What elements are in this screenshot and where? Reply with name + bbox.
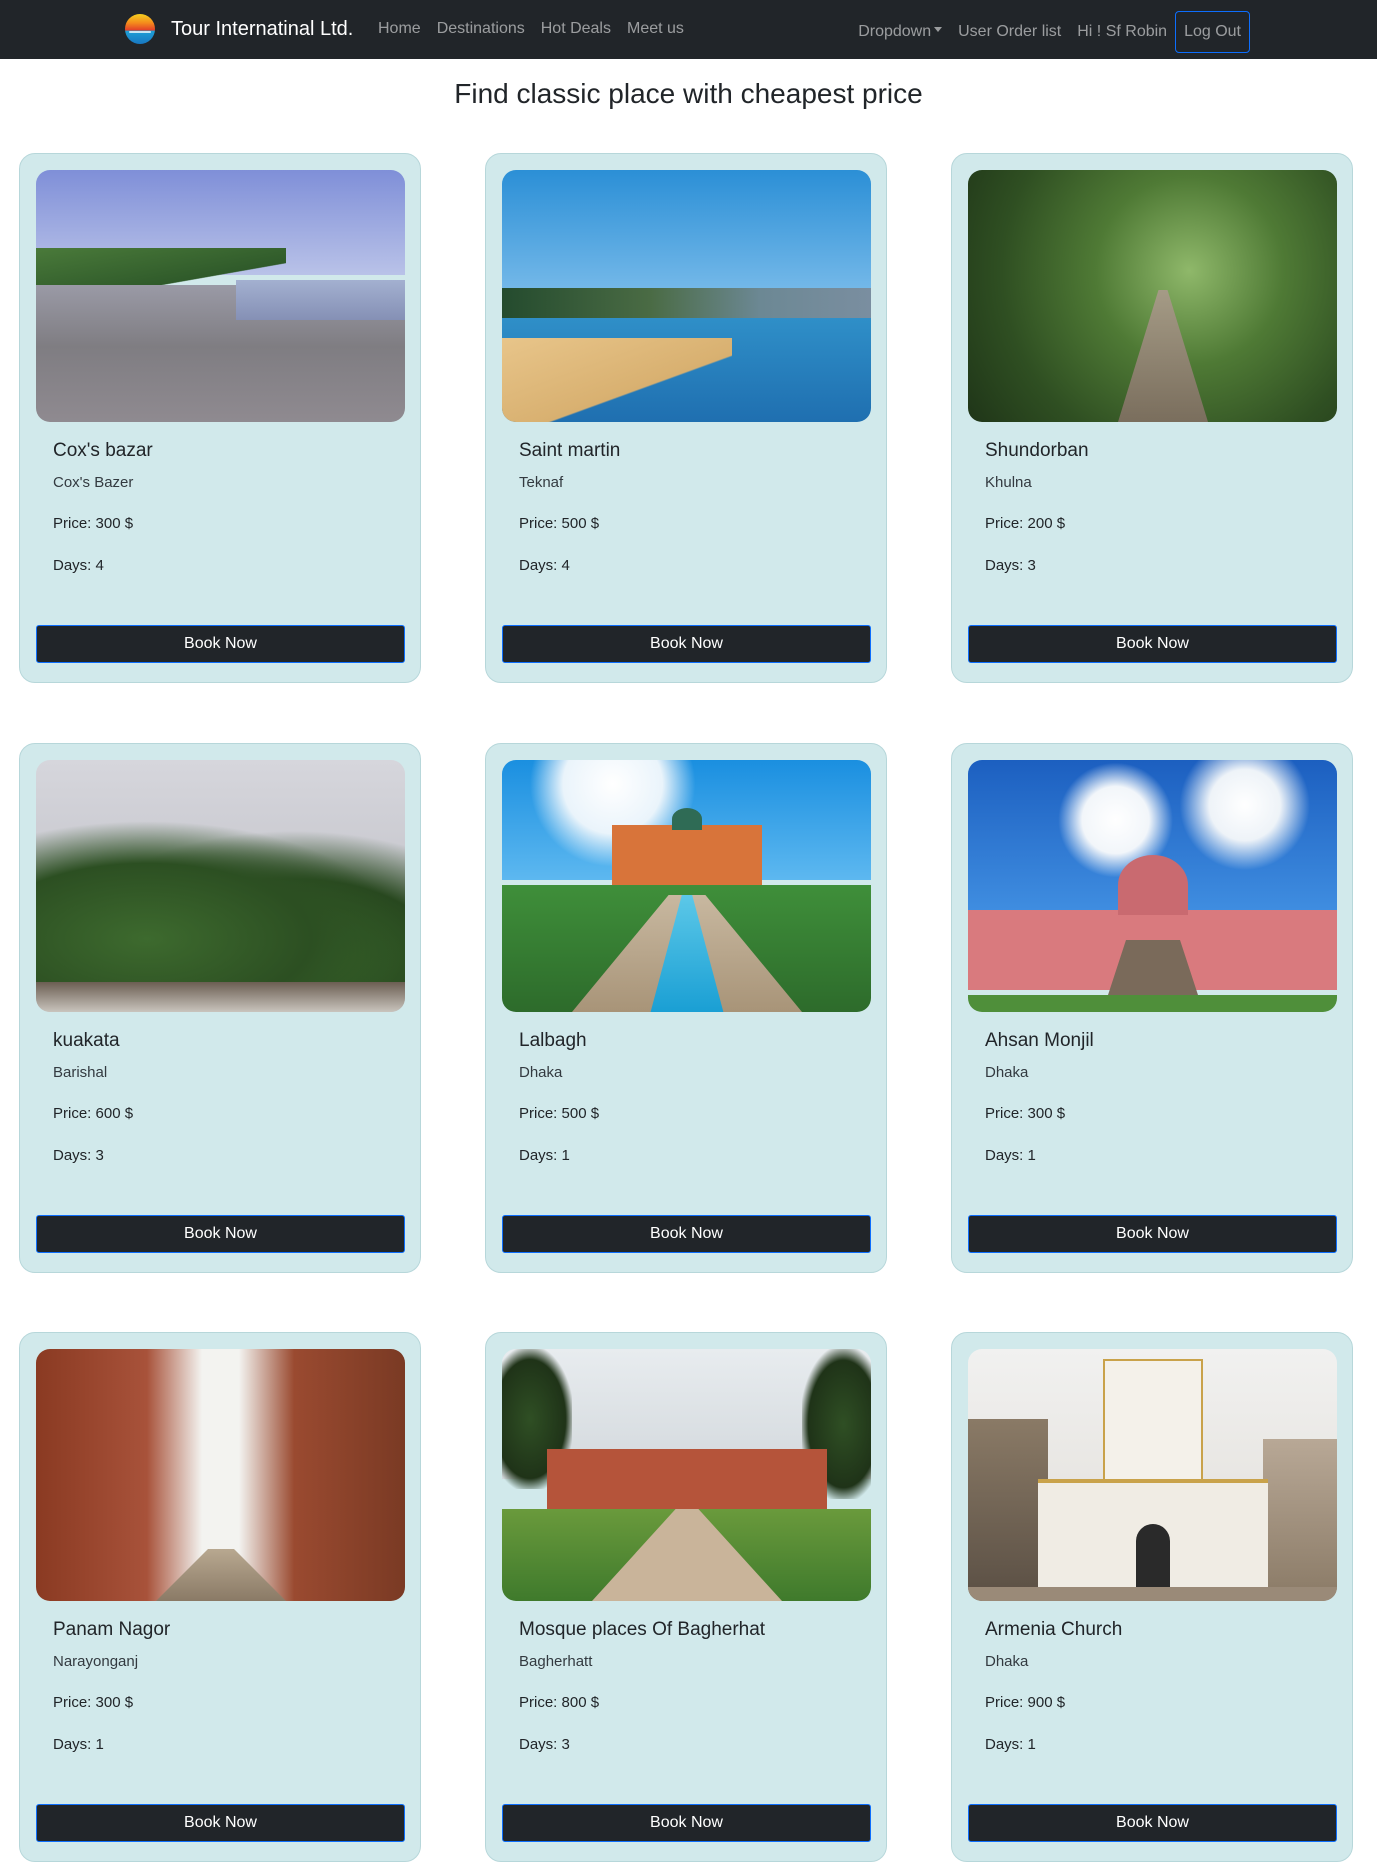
logout-button[interactable]: Log Out	[1175, 11, 1250, 53]
card-days: Days: 1	[985, 1147, 1036, 1164]
beach-photo	[36, 170, 405, 422]
island-beach-photo	[502, 170, 871, 422]
card-title: Shundorban	[985, 440, 1089, 461]
pink-palace-photo	[968, 760, 1337, 1012]
user-greeting: Hi ! Sf Robin	[1077, 23, 1168, 40]
destination-card: Lalbagh Dhaka Price: 500 $ Days: 1 Book …	[485, 743, 887, 1273]
card-title: Cox's bazar	[53, 440, 153, 461]
nav-links: Home Destinations Hot Deals Meet us	[378, 20, 684, 38]
navbar: Tour Internatinal Ltd. Home Destinations…	[0, 0, 1377, 59]
nav-meet-us-link[interactable]: Meet us	[627, 20, 684, 38]
card-title: Mosque places Of Bagherhat	[519, 1619, 766, 1640]
card-location: Teknaf	[519, 474, 564, 491]
book-now-button[interactable]: Book Now	[502, 1804, 871, 1842]
book-now-button[interactable]: Book Now	[968, 1804, 1337, 1842]
destination-card: Cox's bazar Cox's Bazer Price: 300 $ Day…	[19, 153, 421, 683]
card-price: Price: 500 $	[519, 1105, 600, 1122]
card-days: Days: 1	[53, 1736, 104, 1753]
card-location: Bagherhatt	[519, 1653, 593, 1670]
nav-right: Dropdown User Order list Hi ! Sf Robin L…	[858, 11, 1250, 53]
card-location: Khulna	[985, 474, 1032, 491]
destination-card: Mosque places Of Bagherhat Bagherhatt Pr…	[485, 1332, 887, 1862]
card-title: Armenia Church	[985, 1619, 1123, 1640]
card-location: Dhaka	[985, 1653, 1029, 1670]
old-city-street-photo	[36, 1349, 405, 1601]
sunset-logo-icon	[125, 14, 155, 44]
nav-hot-deals-link[interactable]: Hot Deals	[541, 20, 611, 38]
book-now-button[interactable]: Book Now	[36, 1804, 405, 1842]
card-title: Ahsan Monjil	[985, 1030, 1094, 1051]
book-now-button[interactable]: Book Now	[968, 1215, 1337, 1253]
destination-card: Panam Nagor Narayonganj Price: 300 $ Day…	[19, 1332, 421, 1862]
card-title: Panam Nagor	[53, 1619, 171, 1640]
palm-trees-photo	[36, 760, 405, 1012]
card-price: Price: 800 $	[519, 1694, 600, 1711]
card-days: Days: 3	[519, 1736, 570, 1753]
destination-card: Saint martin Teknaf Price: 500 $ Days: 4…	[485, 153, 887, 683]
destination-card: Shundorban Khulna Price: 200 $ Days: 3 B…	[951, 153, 1353, 683]
church-photo	[968, 1349, 1337, 1601]
nav-destinations-link[interactable]: Destinations	[437, 20, 525, 38]
card-location: Dhaka	[985, 1064, 1029, 1081]
brand[interactable]: Tour Internatinal Ltd.	[125, 14, 353, 44]
book-now-button[interactable]: Book Now	[502, 1215, 871, 1253]
card-price: Price: 200 $	[985, 515, 1066, 532]
book-now-button[interactable]: Book Now	[968, 625, 1337, 663]
card-days: Days: 1	[985, 1736, 1036, 1753]
user-order-list-link[interactable]: User Order list	[958, 23, 1061, 41]
book-now-button[interactable]: Book Now	[36, 625, 405, 663]
card-days: Days: 4	[53, 557, 104, 574]
brand-name[interactable]: Tour Internatinal Ltd.	[171, 18, 353, 41]
card-price: Price: 300 $	[985, 1105, 1066, 1122]
card-price: Price: 600 $	[53, 1105, 134, 1122]
destination-card: kuakata Barishal Price: 600 $ Days: 3 Bo…	[19, 743, 421, 1273]
book-now-button[interactable]: Book Now	[502, 625, 871, 663]
card-days: Days: 1	[519, 1147, 570, 1164]
fort-photo	[502, 760, 871, 1012]
dropdown-label: Dropdown	[858, 23, 932, 40]
dropdown-toggle[interactable]: Dropdown	[858, 23, 943, 41]
card-price: Price: 900 $	[985, 1694, 1066, 1711]
card-location: Narayonganj	[53, 1653, 139, 1670]
card-location: Barishal	[53, 1064, 108, 1081]
card-title: Lalbagh	[519, 1030, 587, 1051]
card-title: Saint martin	[519, 440, 621, 461]
nav-home-link[interactable]: Home	[378, 20, 421, 38]
card-days: Days: 4	[519, 557, 570, 574]
mosque-photo	[502, 1349, 871, 1601]
card-price: Price: 300 $	[53, 1694, 134, 1711]
card-location: Dhaka	[519, 1064, 563, 1081]
book-now-button[interactable]: Book Now	[36, 1215, 405, 1253]
destination-card: Ahsan Monjil Dhaka Price: 300 $ Days: 1 …	[951, 743, 1353, 1273]
card-days: Days: 3	[985, 557, 1036, 574]
card-days: Days: 3	[53, 1147, 104, 1164]
card-location: Cox's Bazer	[53, 474, 134, 491]
card-title: kuakata	[53, 1030, 120, 1051]
card-price: Price: 300 $	[53, 515, 134, 532]
destination-card: Armenia Church Dhaka Price: 900 $ Days: …	[951, 1332, 1353, 1862]
forest-walkway-photo	[968, 170, 1337, 422]
caret-down-icon	[934, 27, 943, 33]
card-price: Price: 500 $	[519, 515, 600, 532]
page-title: Find classic place with cheapest price	[454, 78, 923, 109]
